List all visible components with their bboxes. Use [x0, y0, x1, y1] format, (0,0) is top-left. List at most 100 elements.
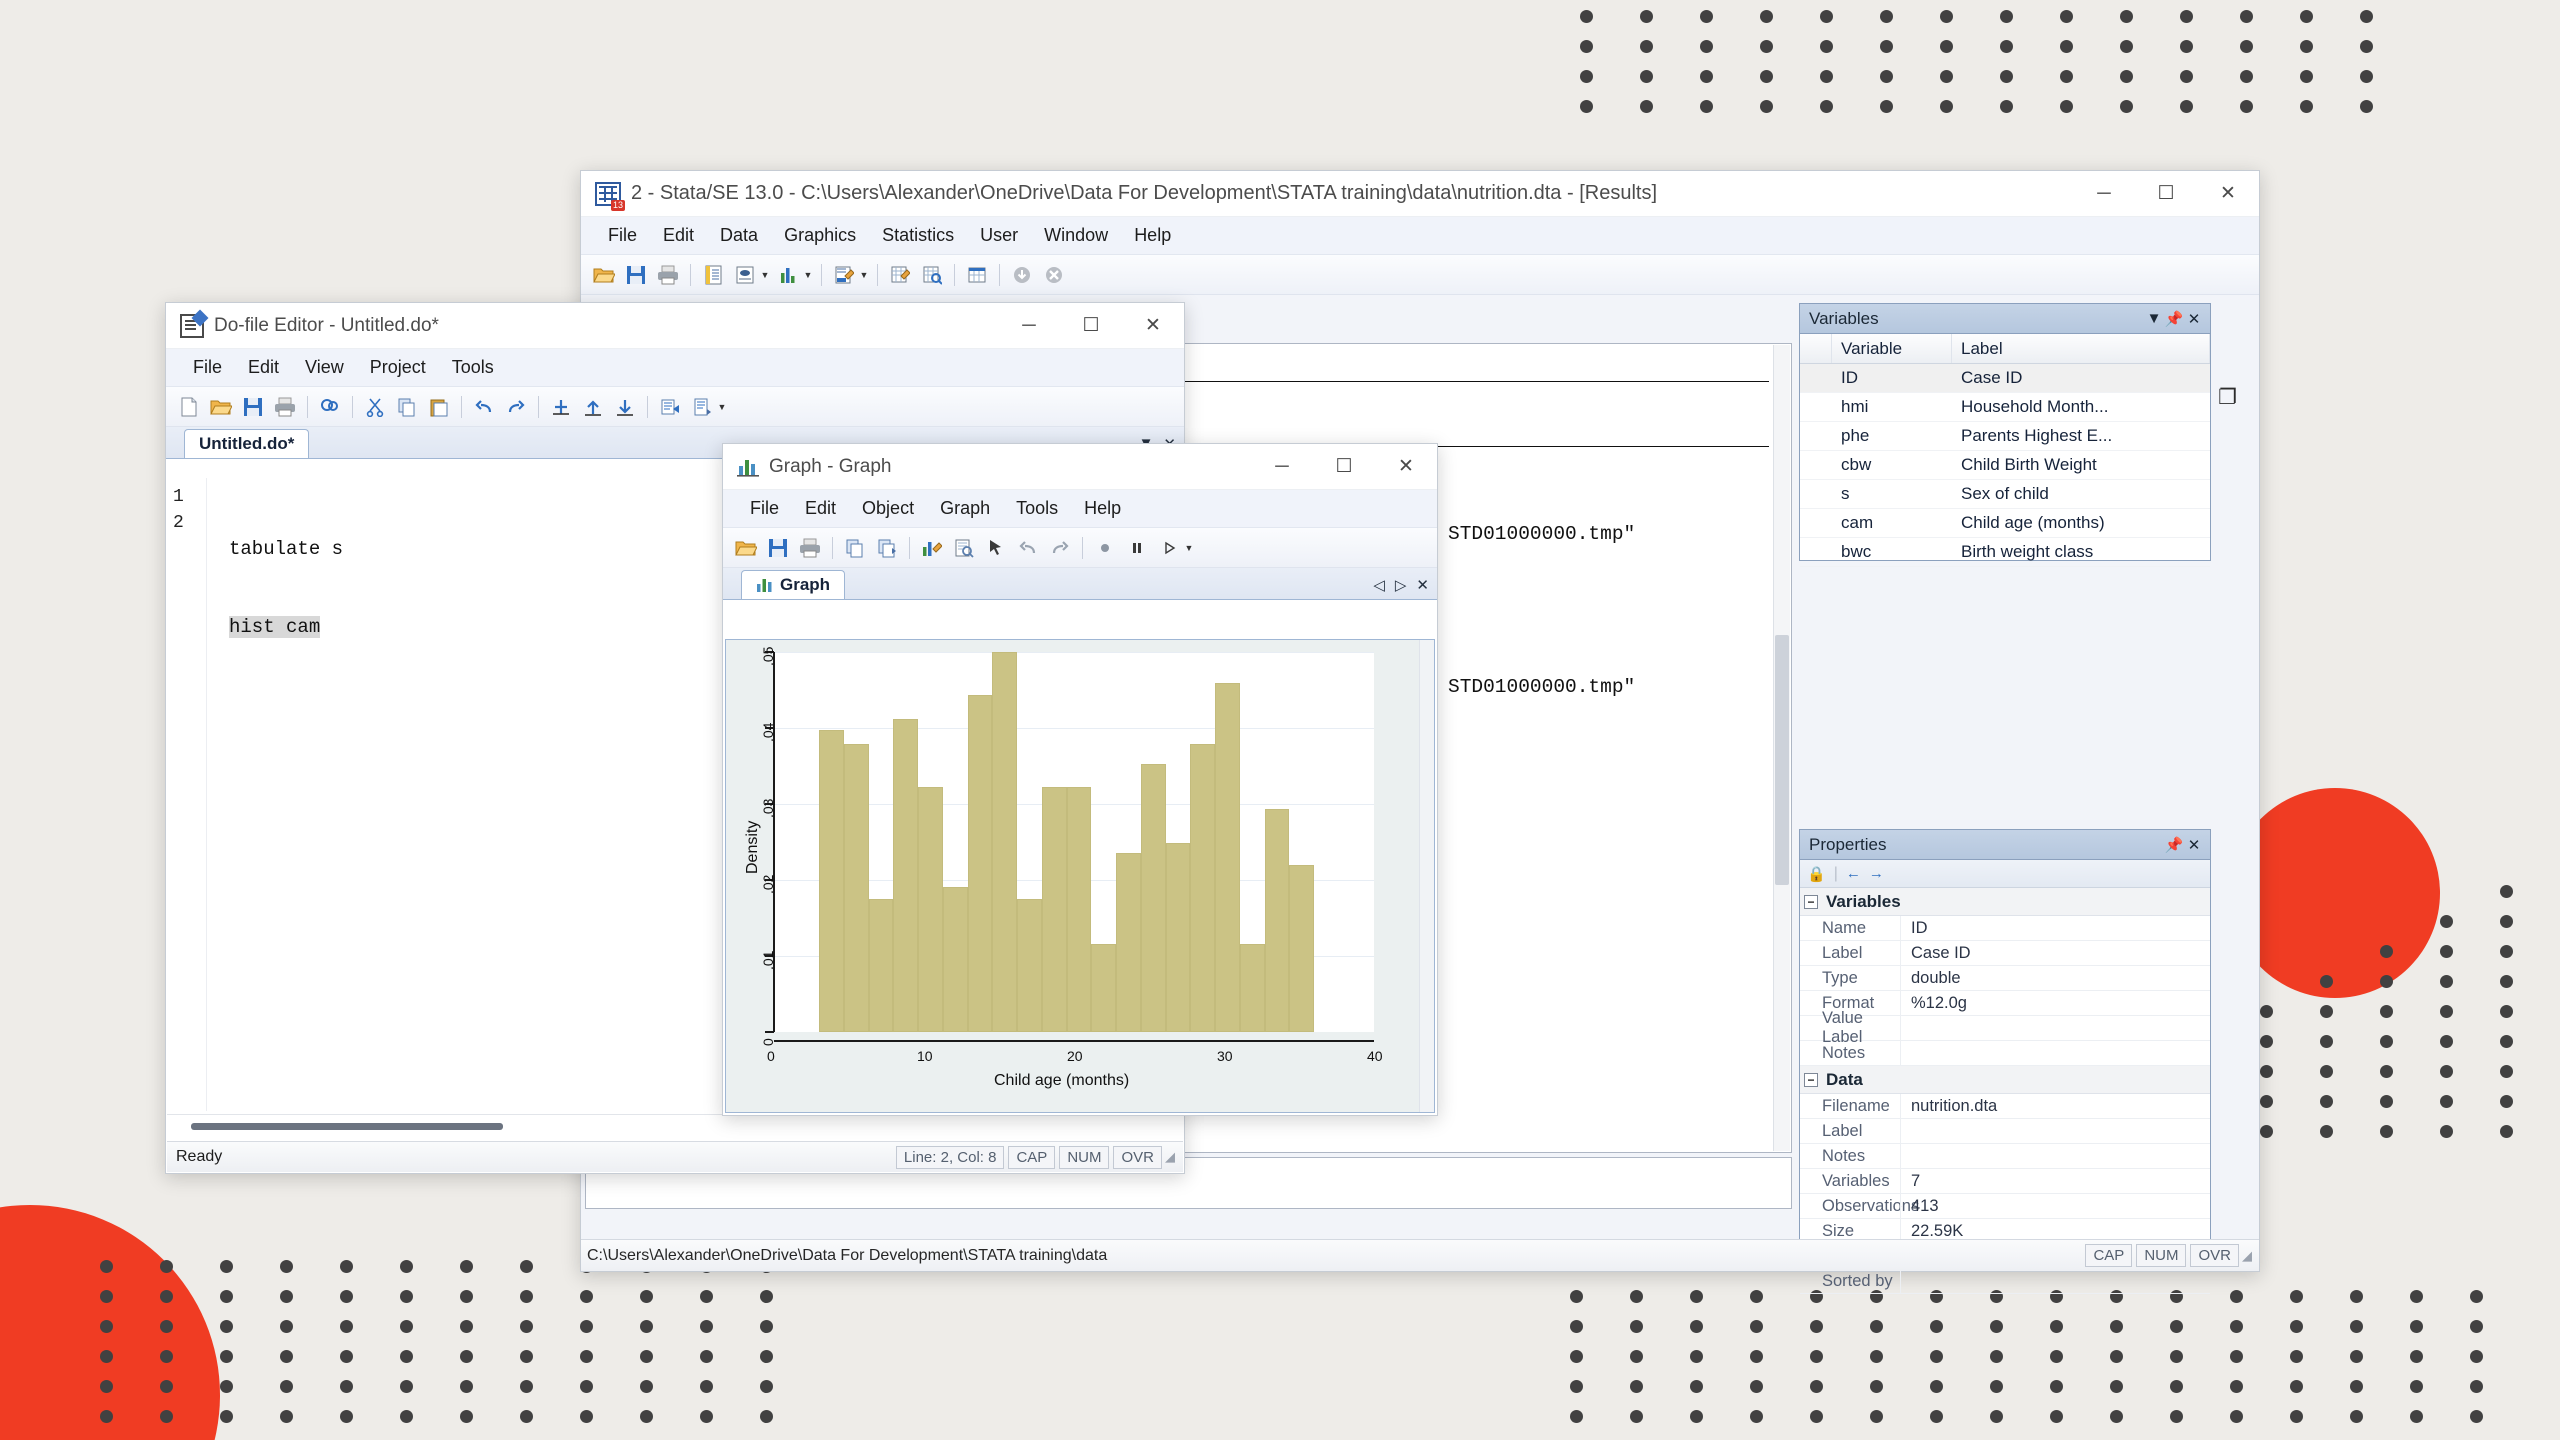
new-icon[interactable] — [174, 392, 204, 422]
undo-icon[interactable] — [1013, 533, 1043, 563]
tab-untitled-do[interactable]: Untitled.do* — [184, 429, 310, 458]
prev-arrow-icon[interactable]: ◁ — [1373, 576, 1385, 594]
copy-icon[interactable] — [840, 533, 870, 563]
viewer-icon[interactable] — [730, 260, 760, 290]
histogram-bar[interactable] — [1239, 943, 1265, 1032]
undo-icon[interactable] — [469, 392, 499, 422]
next-arrow-icon[interactable]: ▷ — [1395, 576, 1407, 594]
run-icon[interactable] — [546, 392, 576, 422]
do-editor-dropdown-caret[interactable]: ▼ — [858, 270, 870, 280]
histogram-bar[interactable] — [1215, 683, 1240, 1032]
histogram-bar[interactable] — [1066, 786, 1092, 1032]
histogram-bar[interactable] — [1289, 864, 1314, 1032]
menu-edit[interactable]: Edit — [650, 221, 707, 250]
resize-grip-icon[interactable]: ◢ — [2239, 1248, 2255, 1264]
run-selection-icon[interactable] — [655, 392, 685, 422]
restore-child-window-icon[interactable]: ❐ — [2218, 385, 2237, 410]
property-value[interactable] — [1900, 1144, 2210, 1168]
viewer-dropdown-caret[interactable]: ▼ — [759, 270, 771, 280]
histogram-bar[interactable] — [1091, 943, 1116, 1032]
find-icon[interactable] — [315, 392, 345, 422]
property-row[interactable]: Variables 7 — [1800, 1169, 2210, 1194]
data-editor-icon[interactable] — [885, 260, 915, 290]
copy-icon[interactable] — [392, 392, 422, 422]
dofile-scrollbar-thumb[interactable] — [191, 1123, 503, 1130]
dofile-menu-edit[interactable]: Edit — [235, 353, 292, 382]
lock-icon[interactable]: 🔒 — [1807, 865, 1826, 883]
properties-section-header[interactable]: − Data — [1800, 1066, 2210, 1094]
graph-menu-file[interactable]: File — [737, 494, 792, 523]
save-icon[interactable] — [763, 533, 793, 563]
property-row[interactable]: Name ID — [1800, 916, 2210, 941]
property-row[interactable]: Label Case ID — [1800, 941, 2210, 966]
back-arrow-icon[interactable]: ← — [1846, 865, 1861, 882]
table-row[interactable]: bwc Birth weight class — [1800, 538, 2210, 567]
properties-section-header[interactable]: − Variables — [1800, 888, 2210, 916]
table-row[interactable]: ID Case ID — [1800, 364, 2210, 393]
property-row[interactable]: Label — [1800, 1119, 2210, 1144]
histogram-bar[interactable] — [1041, 786, 1067, 1032]
do-selection-icon[interactable] — [610, 392, 640, 422]
open-icon[interactable] — [731, 533, 761, 563]
forward-arrow-icon[interactable]: → — [1869, 865, 1884, 882]
histogram-bar[interactable] — [819, 730, 844, 1032]
save-icon[interactable] — [621, 260, 651, 290]
break-icon[interactable] — [1039, 260, 1069, 290]
table-row[interactable]: cam Child age (months) — [1800, 509, 2210, 538]
graph-vertical-scrollbar[interactable] — [1419, 640, 1434, 1112]
dofile-minimize-button[interactable]: ─ — [998, 303, 1060, 348]
table-row[interactable]: phe Parents Highest E... — [1800, 422, 2210, 451]
stata-close-button[interactable]: ✕ — [2197, 171, 2259, 216]
dofile-horizontal-scrollbar[interactable] — [167, 1114, 1183, 1140]
redo-icon[interactable] — [1045, 533, 1075, 563]
menu-window[interactable]: Window — [1031, 221, 1121, 250]
graph-close-button[interactable]: ✕ — [1375, 444, 1437, 489]
property-row[interactable]: Type double — [1800, 966, 2210, 991]
histogram-bar[interactable] — [843, 743, 869, 1032]
graph-maximize-button[interactable]: ☐ — [1313, 444, 1375, 489]
property-value[interactable] — [1900, 1041, 2210, 1065]
close-icon[interactable]: ✕ — [1416, 576, 1429, 594]
property-row[interactable]: Observations 413 — [1800, 1194, 2210, 1219]
do-editor-icon[interactable] — [829, 260, 859, 290]
histogram-bar[interactable] — [992, 652, 1017, 1032]
more-icon[interactable]: ▼ — [1183, 543, 1195, 553]
property-value[interactable]: ID — [1900, 916, 2210, 940]
graph-menu-help[interactable]: Help — [1071, 494, 1134, 523]
dofile-menu-file[interactable]: File — [180, 353, 235, 382]
toolbar-overflow-caret[interactable]: ▼ — [716, 402, 728, 412]
log-icon[interactable] — [698, 260, 728, 290]
stata-minimize-button[interactable]: ─ — [2073, 171, 2135, 216]
pin-icon[interactable]: 📌 — [2164, 836, 2184, 854]
results-vertical-scrollbar[interactable] — [1773, 345, 1790, 1151]
preview-icon[interactable] — [949, 533, 979, 563]
graph-menu-object[interactable]: Object — [849, 494, 927, 523]
menu-help[interactable]: Help — [1121, 221, 1184, 250]
variables-column-variable[interactable]: Variable — [1832, 334, 1952, 363]
property-row[interactable]: Notes — [1800, 1041, 2210, 1066]
table-row[interactable]: cbw Child Birth Weight — [1800, 451, 2210, 480]
data-browser-icon[interactable] — [917, 260, 947, 290]
resize-grip-icon[interactable]: ◢ — [1162, 1149, 1178, 1165]
more-icon[interactable] — [1007, 260, 1037, 290]
histogram-bar[interactable] — [1165, 842, 1191, 1032]
histogram-bar[interactable] — [1017, 899, 1042, 1032]
pin-icon[interactable]: 📌 — [2164, 310, 2184, 328]
paste-icon[interactable] — [424, 392, 454, 422]
histogram-bar[interactable] — [1264, 809, 1290, 1032]
menu-user[interactable]: User — [967, 221, 1031, 250]
open-icon[interactable] — [589, 260, 619, 290]
property-row[interactable]: Filename nutrition.dta — [1800, 1094, 2210, 1119]
open-icon[interactable] — [206, 392, 236, 422]
print-icon[interactable] — [270, 392, 300, 422]
dofile-menu-tools[interactable]: Tools — [439, 353, 507, 382]
dofile-maximize-button[interactable]: ☐ — [1060, 303, 1122, 348]
graph-icon[interactable] — [773, 260, 803, 290]
property-value[interactable]: 7 — [1900, 1169, 2210, 1193]
histogram-bar[interactable] — [1116, 852, 1141, 1032]
edit-graph-icon[interactable] — [917, 533, 947, 563]
histogram-bar[interactable] — [918, 786, 943, 1032]
graph-menu-graph[interactable]: Graph — [927, 494, 1003, 523]
record-icon[interactable] — [1090, 533, 1120, 563]
play-icon[interactable] — [1154, 533, 1184, 563]
